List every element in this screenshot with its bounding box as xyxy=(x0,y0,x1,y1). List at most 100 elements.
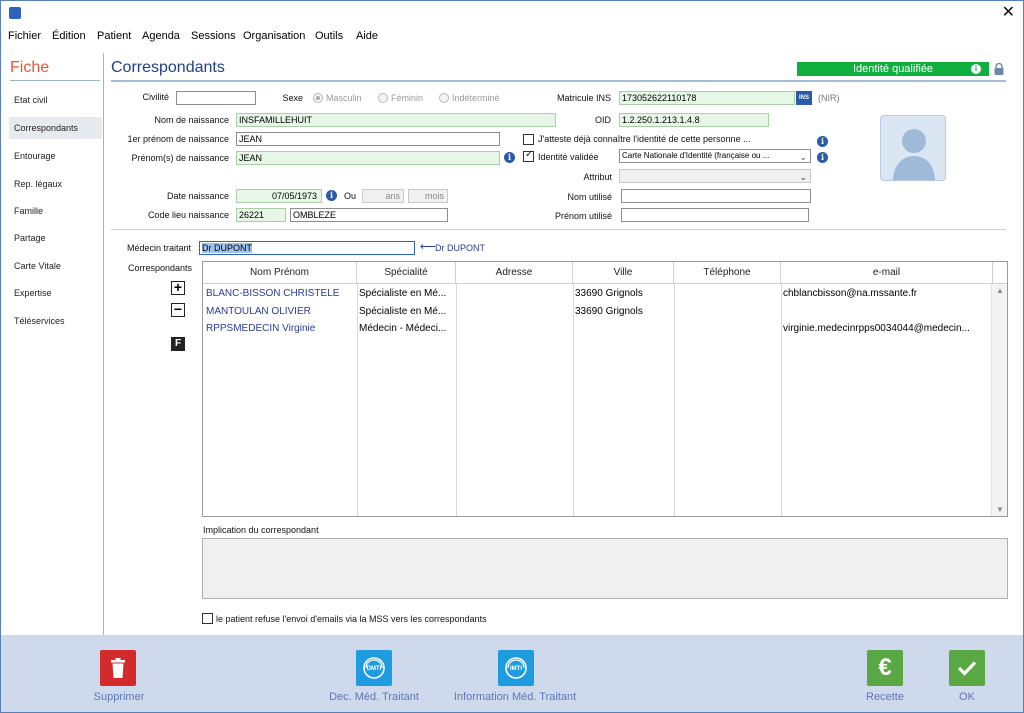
cell-email xyxy=(783,303,991,321)
check-icon xyxy=(957,661,977,676)
medecin-traitant-value: Dr DUPONT xyxy=(202,243,252,253)
chevron-down-icon: ⌄ xyxy=(799,172,807,182)
dec-med-traitant-button[interactable]: DMTI xyxy=(356,650,392,686)
recette-button[interactable]: € xyxy=(867,650,903,686)
refus-mss-label: le patient refuse l'envoi d'emails via l… xyxy=(216,614,487,624)
refus-mss-checkbox[interactable] xyxy=(202,613,213,624)
oid-label: OID xyxy=(594,115,611,125)
piece-identite-select[interactable]: Carte Nationale d'Identité (française ou… xyxy=(619,149,811,163)
column-divider xyxy=(357,284,358,516)
remove-correspondant-button[interactable]: − xyxy=(171,302,185,317)
column-divider xyxy=(573,284,574,516)
nom-naissance-field[interactable]: INSFAMILLEHUIT xyxy=(236,113,556,127)
cell-specialite: Spécialiste en Mé... xyxy=(359,288,447,299)
sidebar-item-etat-civil[interactable]: Etat civil xyxy=(9,89,102,111)
info-icon[interactable]: i xyxy=(504,152,515,163)
identite-validee-checkbox[interactable] xyxy=(523,149,534,162)
piece-identite-value: Carte Nationale d'Identité (française ou… xyxy=(622,151,770,160)
sidebar-title: Fiche xyxy=(10,59,50,76)
nom-naissance-label: Nom de naissance xyxy=(154,115,229,125)
information-med-traitant-button[interactable]: IMTI xyxy=(498,650,534,686)
menu-fichier[interactable]: Fichier xyxy=(8,30,41,42)
info-icon[interactable]: i xyxy=(326,190,337,201)
sidebar-item-correspondants[interactable]: Correspondants xyxy=(9,117,102,139)
recette-label: Recette xyxy=(866,691,904,703)
menu-organisation[interactable]: Organisation xyxy=(243,30,305,42)
sexe-masculin-label: Masculin xyxy=(326,93,362,103)
age-ans-field[interactable]: ans xyxy=(362,189,404,203)
sidebar-item-partage[interactable]: Partage xyxy=(9,227,102,249)
add-correspondant-button[interactable]: + xyxy=(171,280,185,295)
sidebar-item-entourage[interactable]: Entourage xyxy=(9,145,102,167)
sexe-indetermine-label: Indéterminé xyxy=(452,93,500,103)
column-divider xyxy=(781,284,782,516)
sidebar-item-carte-vitale[interactable]: Carte Vitale xyxy=(9,255,102,277)
menu-patient[interactable]: Patient xyxy=(97,30,131,42)
menu-sessions[interactable]: Sessions xyxy=(191,30,236,42)
close-icon[interactable]: ✕ xyxy=(1002,5,1015,21)
cell-ville: 33690 Grignols xyxy=(575,306,643,317)
vertical-scrollbar[interactable]: ▲ ▼ xyxy=(991,284,1007,516)
nom-utilise-field[interactable] xyxy=(621,189,811,203)
sidebar-item-teleservices[interactable]: Téléservices xyxy=(9,310,102,332)
nir-label: (NIR) xyxy=(818,93,840,103)
title-bar: ✕ xyxy=(1,1,1023,27)
info-icon[interactable]: i xyxy=(817,152,828,163)
column-divider xyxy=(674,284,675,516)
supprimer-button[interactable] xyxy=(100,650,136,686)
sidebar-item-famille[interactable]: Famille xyxy=(9,200,102,222)
scroll-up-icon[interactable]: ▲ xyxy=(996,286,1004,295)
code-lieu-label: Code lieu naissance xyxy=(147,210,229,220)
prenom-utilise-field[interactable] xyxy=(621,208,809,222)
cell-email: virginie.medecinrpps0034044@medecin... xyxy=(783,323,970,334)
sidebar-title-underline xyxy=(10,80,100,81)
cell-nom: RPPSMEDECIN Virginie xyxy=(206,323,316,334)
column-header-filler xyxy=(993,262,1007,284)
lieu-naissance-field[interactable]: OMBLEZE xyxy=(290,208,448,222)
info-icon[interactable]: i xyxy=(817,136,828,147)
sexe-feminin-radio[interactable] xyxy=(378,93,388,103)
age-mois-field[interactable]: mois xyxy=(408,189,448,203)
column-header-nom[interactable]: Nom Prénom xyxy=(203,262,357,284)
oid-field[interactable]: 1.2.250.1.213.1.4.8 xyxy=(619,113,769,127)
date-naissance-field[interactable]: 07/05/1973 xyxy=(236,189,322,203)
matricule-ins-field[interactable]: 173052622110178 xyxy=(619,91,795,105)
menu-agenda[interactable]: Agenda xyxy=(142,30,180,42)
filter-button[interactable]: F xyxy=(171,337,185,351)
implication-textarea[interactable] xyxy=(202,538,1008,599)
implication-label: Implication du correspondant xyxy=(203,525,319,535)
civilite-label: Civilité xyxy=(142,92,169,102)
sexe-feminin-label: Féminin xyxy=(391,93,424,103)
column-header-specialite[interactable]: Spécialité xyxy=(357,262,456,284)
sexe-label: Sexe xyxy=(282,93,303,103)
menu-outils[interactable]: Outils xyxy=(315,30,343,42)
scroll-down-icon[interactable]: ▼ xyxy=(996,505,1004,514)
medecin-traitant-link[interactable]: Dr DUPONT xyxy=(435,243,485,253)
prenoms-field[interactable]: JEAN xyxy=(236,151,500,165)
column-header-adresse[interactable]: Adresse xyxy=(456,262,573,284)
menu-edition[interactable]: Édition xyxy=(52,30,86,42)
civilite-field[interactable] xyxy=(176,91,256,105)
section-divider xyxy=(111,229,1006,230)
info-icon[interactable]: i xyxy=(971,64,981,74)
attribut-select[interactable]: ⌄ xyxy=(619,169,811,183)
cell-adresse xyxy=(459,285,571,303)
imti-icon: IMTI xyxy=(505,657,527,679)
medecin-traitant-field[interactable]: Dr DUPONT xyxy=(199,241,415,255)
ok-button[interactable] xyxy=(949,650,985,686)
sidebar-item-expertise[interactable]: Expertise xyxy=(9,282,102,304)
dmti-tag: DMTI xyxy=(367,666,382,672)
cell-nom: BLANC-BISSON CHRISTELE xyxy=(206,288,340,299)
sexe-indetermine-radio[interactable] xyxy=(439,93,449,103)
sexe-masculin-radio[interactable] xyxy=(313,93,323,103)
atteste-checkbox[interactable] xyxy=(523,134,534,145)
matricule-ins-label: Matricule INS xyxy=(556,93,611,103)
column-header-email[interactable]: e-mail xyxy=(781,262,993,284)
code-lieu-field[interactable]: 26221 xyxy=(236,208,286,222)
column-header-telephone[interactable]: Téléphone xyxy=(674,262,781,284)
menu-aide[interactable]: Aide xyxy=(356,30,378,42)
sidebar-item-rep-legaux[interactable]: Rep. légaux xyxy=(9,173,102,195)
information-med-traitant-label: Information Méd. Traitant xyxy=(453,691,577,703)
prenom1-field[interactable]: JEAN xyxy=(236,132,500,146)
column-header-ville[interactable]: Ville xyxy=(573,262,674,284)
